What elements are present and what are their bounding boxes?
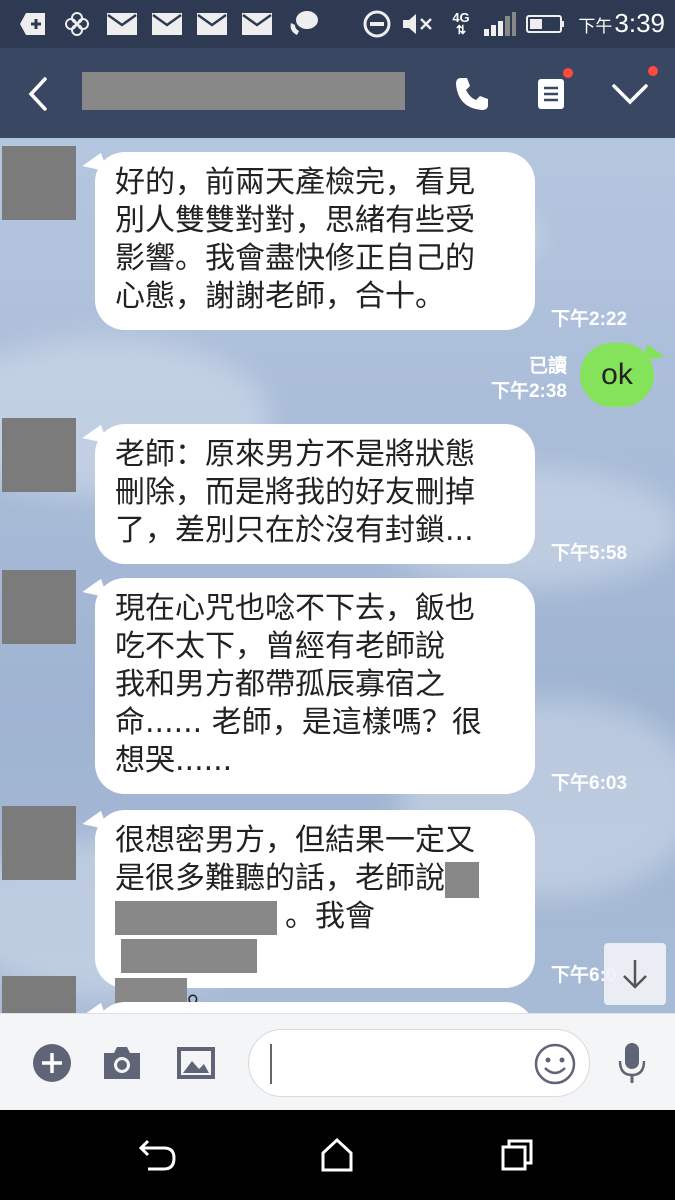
nav-home-button[interactable] — [312, 1130, 362, 1180]
nav-recents-button[interactable] — [492, 1130, 542, 1180]
message-time: 下午2:22 — [551, 309, 628, 330]
add-button[interactable] — [28, 1039, 76, 1087]
back-arrow-icon — [138, 1139, 176, 1171]
message-input[interactable] — [248, 1029, 590, 1097]
home-icon — [321, 1137, 353, 1172]
system-navigation-bar — [0, 1110, 675, 1200]
redacted-text — [445, 861, 479, 898]
chat-header — [0, 48, 675, 138]
nav-back-button[interactable] — [133, 1130, 183, 1180]
contact-avatar[interactable] — [2, 806, 76, 880]
redacted-text — [121, 938, 257, 973]
flower-icon — [62, 10, 92, 38]
notification-dot — [648, 66, 658, 76]
microphone-icon — [618, 1043, 646, 1083]
contact-avatar[interactable] — [2, 418, 76, 492]
message-bubble[interactable]: 現在心咒也唸不下去，飯也 吃不太下，曾經有老師說 我和男方都帶孤辰寡宿之 命..… — [95, 578, 535, 794]
network-type: 4G ⇅ — [452, 10, 470, 37]
message-bubble[interactable] — [95, 1002, 535, 1013]
contact-avatar[interactable] — [2, 146, 76, 220]
chat-area[interactable]: 好的，前兩天產檢完，看見 別人雙雙對對，思緒有些受 影響。我會盡快修正自己的 心… — [0, 138, 675, 1013]
mail-icon — [151, 10, 183, 38]
arrow-down-icon — [623, 960, 647, 989]
gallery-button[interactable] — [172, 1039, 220, 1087]
contact-avatar[interactable] — [2, 976, 76, 1013]
message-input-bar — [0, 1013, 675, 1110]
text-cursor — [270, 1044, 272, 1084]
mail-icon — [106, 10, 138, 38]
notification-dot — [563, 68, 573, 78]
message-bubble[interactable]: 很想密男方，但結果一定又 是很多難聽的話，老師說 。我會 。 — [95, 810, 535, 1010]
notes-icon — [538, 79, 564, 109]
mute-icon — [400, 10, 436, 38]
scroll-to-bottom-button[interactable] — [604, 943, 666, 1005]
message-bubble[interactable]: 好的，前兩天產檢完，看見 別人雙雙對對，思緒有些受 影響。我會盡快修正自己的 心… — [95, 152, 535, 330]
camera-button[interactable] — [98, 1039, 146, 1087]
message-time: 下午5:58 — [551, 543, 628, 564]
message-text: ok — [601, 358, 633, 391]
message-text: 老師：原來男方不是將狀態 刪除，而是將我的好友刪掉 了，差別只在於沒有封鎖... — [115, 437, 475, 548]
chevron-down-icon — [612, 84, 648, 105]
mail-icon — [196, 10, 228, 38]
battery-icon — [526, 10, 566, 38]
contact-name-redacted — [82, 72, 405, 110]
signal-icon — [482, 10, 518, 38]
phone-icon — [456, 78, 488, 110]
message-bubble[interactable]: 老師：原來男方不是將狀態 刪除，而是將我的好友刪掉 了，差別只在於沒有封鎖... — [95, 424, 535, 564]
contact-avatar[interactable] — [2, 570, 76, 644]
emoji-icon — [534, 1043, 576, 1085]
camera-icon — [104, 1047, 140, 1079]
image-icon — [177, 1047, 215, 1079]
redacted-text — [115, 900, 277, 935]
chevron-left-icon — [28, 77, 47, 111]
recents-icon — [501, 1139, 533, 1171]
back-button[interactable] — [14, 70, 62, 118]
message-text: 現在心咒也唸不下去，飯也 吃不太下，曾經有老師說 我和男方都帶孤辰寡宿之 命..… — [115, 591, 482, 778]
status-time: 下午 3:39 — [578, 8, 665, 38]
menu-button[interactable] — [606, 66, 658, 118]
voice-button[interactable] — [608, 1039, 656, 1087]
emoji-button[interactable] — [533, 1042, 577, 1086]
notes-button[interactable] — [527, 68, 575, 118]
plus-circle-icon — [33, 1044, 71, 1082]
call-button[interactable] — [448, 70, 496, 118]
mail-icon — [241, 10, 273, 38]
do-not-disturb-icon — [362, 10, 392, 38]
add-box-icon — [18, 10, 48, 38]
message-text: 好的，前兩天產檢完，看見 別人雙雙對對，思緒有些受 影響。我會盡快修正自己的 心… — [115, 165, 475, 314]
read-receipt: 已讀 下午2:38 — [490, 356, 567, 402]
status-bar: 4G ⇅ 下午 3:39 — [0, 0, 675, 48]
sent-message-bubble[interactable]: ok — [580, 343, 654, 407]
message-time: 下午6:03 — [551, 773, 628, 794]
message-text: 很想密男方，但結果一定又 是很多難聽的話，老師說 。我會 。 — [115, 822, 515, 1012]
chat-bubble-phone-icon — [286, 10, 320, 38]
